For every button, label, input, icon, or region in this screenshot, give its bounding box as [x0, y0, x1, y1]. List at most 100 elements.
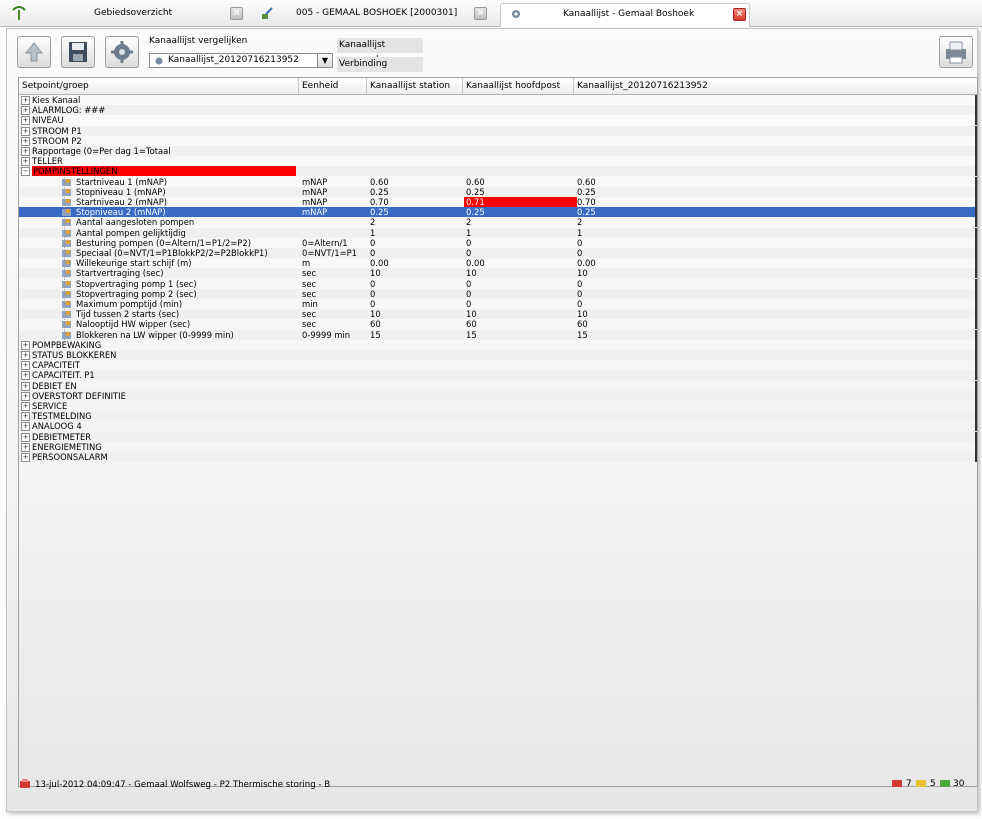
setpoint-row[interactable]: Stopvertraging pomp 2 (sec) sec 0 0 0 [19, 288, 977, 299]
channel-list-select[interactable]: Kanaallijst_20120716213952 ▼ [149, 53, 333, 68]
cell-file[interactable]: 0.25 [577, 187, 596, 197]
cell-station[interactable]: 10 [370, 268, 381, 278]
cell-unit[interactable]: sec [302, 309, 316, 319]
cell-unit[interactable]: sec [302, 268, 316, 278]
tab-gebiedsoverzicht[interactable]: Gebiedsoverzicht × [8, 4, 246, 24]
expand-icon[interactable]: + [21, 371, 30, 381]
expand-icon[interactable]: + [21, 126, 30, 136]
setpoint-row[interactable]: Stopniveau 1 (mNAP) mNAP 0.25 0.25 0.25 [19, 186, 977, 197]
cell-hoofdpost[interactable]: 0 [466, 299, 471, 309]
cell-station[interactable]: 0.70 [370, 197, 389, 207]
cell-hoofdpost[interactable]: 0 [466, 238, 471, 248]
group-row[interactable]: + NIVEAU [19, 115, 977, 126]
setpoint-row[interactable]: Startvertraging (sec) sec 10 10 10 [19, 268, 977, 279]
group-row[interactable]: + TESTMELDING [19, 411, 977, 422]
alarm-counter-green[interactable]: 30 [939, 778, 964, 789]
group-row[interactable]: − POMPINSTELLINGEN [19, 166, 977, 177]
group-row[interactable]: + STATUS BLOKKEREN [19, 350, 977, 360]
cell-unit[interactable]: 0=Altern/1 [302, 238, 348, 248]
group-row[interactable]: + SERVICE [19, 401, 977, 411]
cell-file[interactable]: 0 [577, 248, 582, 258]
group-row[interactable]: + STROOM P1 [19, 125, 977, 136]
expand-icon[interactable]: + [21, 351, 30, 360]
expand-icon[interactable]: + [21, 381, 30, 391]
group-row[interactable]: + ANALOOG 4 [19, 421, 977, 432]
cell-file[interactable]: 1 [577, 228, 582, 238]
expand-icon[interactable]: + [21, 432, 30, 442]
cell-file[interactable]: 0 [577, 279, 582, 289]
cell-file[interactable]: 60 [577, 319, 588, 329]
group-row[interactable]: + Kies Kanaal [19, 95, 977, 105]
close-tab-icon[interactable]: × [733, 8, 746, 21]
expand-icon[interactable]: + [21, 361, 30, 371]
cell-unit[interactable]: sec [302, 319, 316, 329]
expand-icon[interactable]: + [21, 96, 30, 105]
group-row[interactable]: + CAPACITEIT [19, 360, 977, 371]
expand-icon[interactable]: + [21, 402, 30, 411]
cell-unit[interactable]: 0-9999 min [302, 330, 350, 340]
group-row[interactable]: + PERSOONSALARM [19, 452, 977, 462]
setpoint-row[interactable]: Speciaal (0=NVT/1=P1BlokkP2/2=P2BlokkP1)… [19, 248, 977, 258]
cell-station[interactable]: 60 [370, 319, 381, 329]
group-row[interactable]: + DEBIETMETER [19, 431, 977, 442]
expand-icon[interactable]: + [21, 442, 30, 452]
cell-unit[interactable]: min [302, 299, 318, 309]
cell-unit[interactable]: sec [302, 289, 316, 299]
cell-file[interactable]: 0 [577, 299, 582, 309]
upload-button[interactable] [17, 36, 51, 68]
setpoint-row[interactable]: Nalooptijd HW wipper (sec) sec 60 60 60 [19, 319, 977, 330]
setpoint-row[interactable]: Besturing pompen (0=Altern/1=P1/2=P2) 0=A… [19, 237, 977, 248]
cell-hoofdpost[interactable]: 0 [466, 279, 471, 289]
save-button[interactable] [61, 36, 95, 68]
cell-file[interactable]: 10 [577, 268, 588, 278]
close-tab-icon[interactable]: × [230, 7, 243, 20]
cell-station[interactable]: 2 [370, 217, 375, 227]
cell-hoofdpost-mismatch[interactable]: 0.71 [464, 197, 577, 207]
setpoint-row[interactable]: Stopniveau 2 (mNAP) mNAP 0.25 0.25 0.25 [19, 207, 977, 218]
cell-hoofdpost[interactable]: 60 [466, 319, 477, 329]
group-row[interactable]: + OVERSTORT DEFINITIE [19, 390, 977, 401]
group-row[interactable]: + TELLER [19, 156, 977, 167]
group-row[interactable]: + POMPBEWAKING [19, 339, 977, 350]
cell-hoofdpost[interactable]: 1 [466, 228, 471, 238]
chevron-down-icon[interactable]: ▼ [317, 54, 332, 67]
group-row[interactable]: + ENERGIEMETING [19, 441, 977, 452]
tab-gemaal-boshoek[interactable]: 005 - GEMAAL BOSHOEK [2000301] × [254, 4, 494, 24]
collapse-icon[interactable]: − [21, 167, 30, 177]
setpoint-row[interactable]: Aantal pompen gelijktijdig 1 1 1 [19, 227, 977, 238]
cell-station[interactable]: 0.60 [370, 177, 389, 187]
setpoint-row[interactable]: Maximum pomptijd (min) min 0 0 0 [19, 299, 977, 309]
column-header-file[interactable]: Kanaallijst_20120716213952 [574, 78, 977, 94]
expand-icon[interactable]: + [21, 116, 30, 126]
tab-kanaallijst[interactable]: Kanaallijst - Gemaal Boshoek × [500, 3, 750, 27]
cell-station[interactable]: 0 [370, 279, 375, 289]
expand-icon[interactable]: + [21, 422, 30, 432]
cell-unit[interactable]: sec [302, 279, 316, 289]
cell-unit[interactable]: mNAP [302, 187, 327, 197]
cell-hoofdpost[interactable]: 0.25 [466, 207, 485, 218]
close-tab-icon[interactable]: × [474, 7, 487, 20]
group-row[interactable]: + ALARMLOG: ### [19, 105, 977, 116]
cell-station[interactable]: 15 [370, 330, 381, 340]
group-row[interactable]: + DEBIET EN [19, 380, 977, 391]
cell-unit[interactable]: 0=NVT/1=P1 [302, 248, 357, 258]
cell-station[interactable]: 0 [370, 238, 375, 248]
setpoint-row[interactable]: Tijd tussen 2 starts (sec) sec 10 10 10 [19, 309, 977, 320]
cell-hoofdpost[interactable]: 0.60 [466, 177, 485, 187]
expand-icon[interactable]: + [21, 453, 30, 462]
column-header-unit[interactable]: Eenheid [299, 78, 367, 94]
group-row[interactable]: + CAPACITEIT. P1 [19, 370, 977, 381]
column-header-setpoint[interactable]: Setpoint/groep [19, 78, 299, 94]
cell-unit[interactable]: mNAP [302, 177, 327, 187]
group-row[interactable]: + STROOM P2 [19, 135, 977, 146]
cell-hoofdpost[interactable]: 15 [466, 330, 477, 340]
cell-unit[interactable]: mNAP [302, 197, 327, 207]
cell-station[interactable]: 0 [370, 299, 375, 309]
expand-icon[interactable]: + [21, 391, 30, 401]
cell-station[interactable]: 0 [370, 289, 375, 299]
setpoint-row[interactable]: Blokkeren na LW wipper (0-9999 min) 0-999… [19, 329, 977, 340]
cell-hoofdpost[interactable]: 0.00 [466, 258, 485, 268]
print-button[interactable] [939, 36, 973, 68]
cell-file[interactable]: 0 [577, 289, 582, 299]
cell-unit[interactable]: m [302, 258, 310, 268]
